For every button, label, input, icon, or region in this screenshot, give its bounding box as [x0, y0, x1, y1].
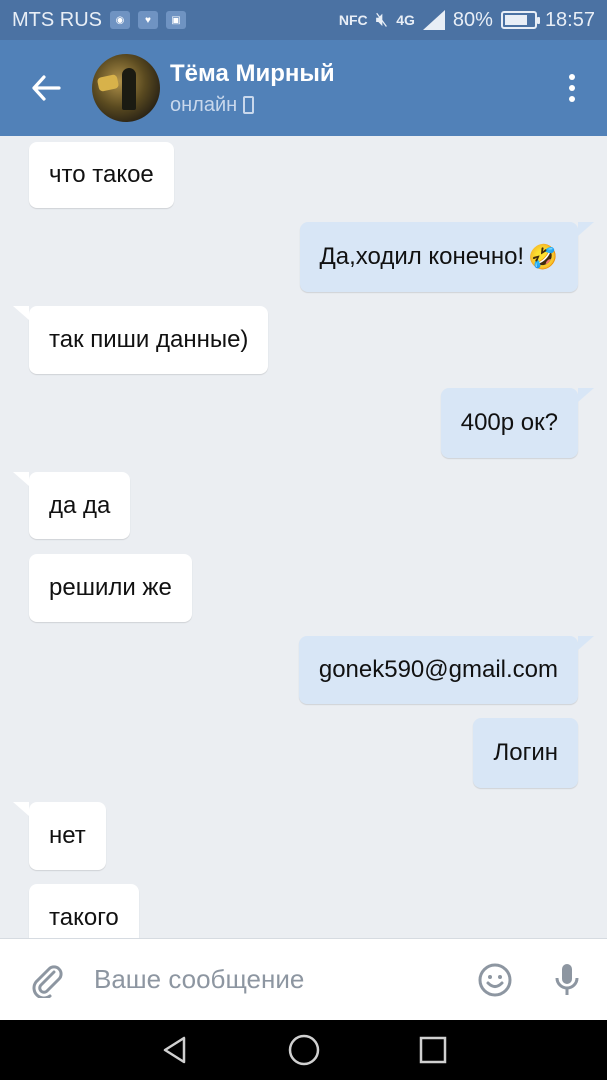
- chat-header: Тёма Мирный онлайн: [0, 40, 607, 136]
- nav-back-button[interactable]: [145, 1020, 205, 1080]
- more-vertical-icon: [569, 74, 575, 80]
- message-bubble-incoming[interactable]: решили же: [29, 554, 192, 622]
- contact-status: онлайн: [170, 93, 238, 116]
- mute-icon: 🔇︎: [375, 8, 389, 31]
- network-type: 4G: [396, 12, 415, 28]
- message-text: решили же: [49, 574, 172, 601]
- paperclip-icon: [32, 964, 63, 998]
- message-bubble-outgoing[interactable]: Да,ходил конечно! 🤣: [299, 222, 594, 292]
- contact-name: Тёма Мирный: [170, 59, 335, 87]
- status-bar: MTS RUS ◉ ♥ ▣ NFC 🔇︎ 4G 80% 18:57: [0, 0, 607, 40]
- microphone-icon: [555, 963, 579, 995]
- nav-home-button[interactable]: [274, 1020, 334, 1080]
- mobile-phone-icon: [243, 96, 255, 114]
- contact-info[interactable]: Тёма Мирный онлайн: [170, 60, 335, 117]
- message-text: Логин: [493, 739, 558, 766]
- rofl-emoji: 🤣: [528, 243, 558, 271]
- attach-button[interactable]: [0, 939, 94, 1021]
- smiley-icon: [478, 963, 512, 996]
- message-bubble-incoming[interactable]: нет: [13, 802, 106, 870]
- nfc-icon: NFC: [338, 12, 368, 28]
- voice-record-button[interactable]: [527, 939, 607, 1021]
- message-bubble-incoming[interactable]: да да: [12, 472, 131, 539]
- arrow-left-icon: [32, 75, 61, 101]
- message-composer: [0, 938, 607, 1020]
- triangle-back-icon: [163, 1036, 185, 1064]
- carrier-label: MTS RUS: [12, 8, 102, 31]
- message-text: да да: [49, 491, 111, 519]
- message-list[interactable]: что такое Да,ходил конечно! 🤣 так пиши да…: [0, 136, 607, 938]
- message-text: что такое: [49, 161, 154, 188]
- message-input[interactable]: [94, 954, 463, 1005]
- back-button[interactable]: [0, 40, 92, 136]
- message-bubble-outgoing[interactable]: 400р ок?: [440, 388, 595, 458]
- signal-icon: [422, 10, 445, 30]
- message-text: так пиши данные): [49, 326, 249, 353]
- battery-percent: 80%: [452, 8, 493, 31]
- message-bubble-outgoing[interactable]: gonek590@gmail.com: [298, 636, 595, 704]
- notification-image-icon: ▣: [166, 11, 186, 29]
- battery-icon: [500, 11, 540, 29]
- message-bubble-incoming[interactable]: так пиши данные): [12, 306, 269, 374]
- message-text: gonek590@gmail.com: [318, 656, 558, 683]
- message-bubble-incoming[interactable]: что такое: [29, 142, 174, 208]
- circle-home-icon: [288, 1034, 319, 1066]
- notification-health-icon: ♥: [138, 11, 158, 29]
- message-text: такого: [49, 904, 119, 931]
- message-bubble-outgoing[interactable]: Логин: [473, 718, 578, 788]
- notification-app-icon: ◉: [110, 11, 130, 29]
- system-navigation-bar: [0, 1020, 607, 1080]
- emoji-button[interactable]: [463, 939, 527, 1021]
- message-text: Да,ходил конечно!: [319, 243, 525, 270]
- square-recents-icon: [419, 1036, 446, 1064]
- clock: 18:57: [544, 8, 595, 31]
- message-text: 400р ок?: [460, 409, 558, 436]
- battery-fill: [504, 15, 528, 25]
- message-bubble-incoming[interactable]: такого: [29, 884, 139, 938]
- contact-avatar[interactable]: [92, 54, 160, 122]
- more-menu-button[interactable]: [537, 40, 607, 136]
- message-text: нет: [49, 822, 86, 849]
- nav-recents-button[interactable]: [403, 1020, 463, 1080]
